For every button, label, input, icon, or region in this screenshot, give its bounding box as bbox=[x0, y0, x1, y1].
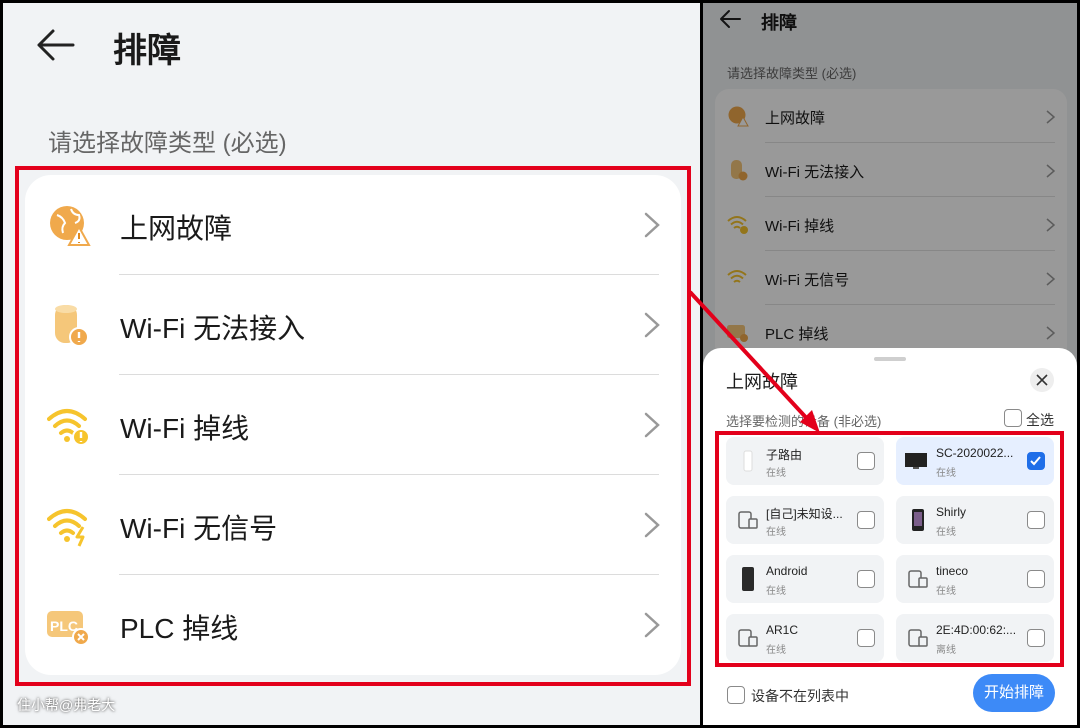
close-icon bbox=[1036, 374, 1048, 386]
right-panel: 排障 请选择故障类型 (必选) 上网故障 Wi-Fi 无法接入 Wi-Fi 掉线 bbox=[703, 3, 1077, 725]
not-in-list-label[interactable]: 设备不在列表中 bbox=[751, 686, 849, 706]
sheet-drag-handle[interactable] bbox=[874, 357, 906, 361]
select-all-checkbox[interactable] bbox=[1004, 409, 1022, 427]
close-button[interactable] bbox=[1030, 368, 1054, 392]
back-arrow-icon[interactable] bbox=[35, 27, 75, 63]
sheet-title: 上网故障 bbox=[726, 372, 798, 392]
page-title: 排障 bbox=[113, 32, 181, 70]
device-select-sheet: 上网故障 选择要检测的设备 (非必选) 全选 子路由 在线 SC-2020022… bbox=[703, 348, 1077, 725]
not-in-list-checkbox[interactable] bbox=[727, 686, 745, 704]
highlight-box-fault-list bbox=[15, 166, 691, 686]
left-panel: 排障 请选择故障类型 (必选) 上网故障 Wi-Fi 无法接入 Wi-Fi 掉线… bbox=[3, 3, 700, 725]
sheet-subtitle: 选择要检测的设备 (非必选) bbox=[726, 414, 882, 429]
highlight-box-device-grid bbox=[715, 431, 1064, 667]
select-all-label[interactable]: 全选 bbox=[1026, 410, 1054, 430]
start-troubleshoot-button[interactable]: 开始排障 bbox=[973, 674, 1055, 712]
watermark: 住小帮@弗老大 bbox=[17, 697, 116, 713]
section-subtitle: 请选择故障类型 (必选) bbox=[48, 130, 287, 157]
